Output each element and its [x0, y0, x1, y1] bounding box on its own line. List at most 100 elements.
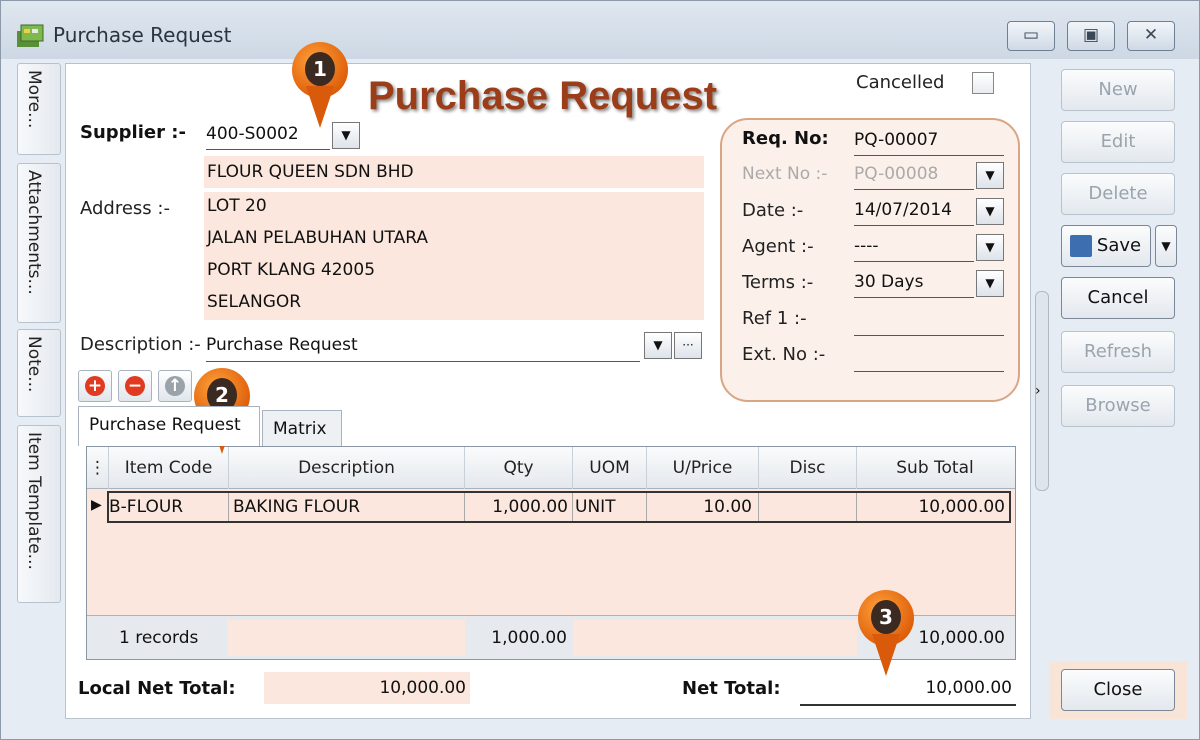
terms-field[interactable]: 30 Days — [854, 268, 974, 298]
address-field[interactable]: LOT 20 JALAN PELABUHAN UTARA PORT KLANG … — [204, 192, 704, 320]
date-field[interactable]: 14/07/2014 — [854, 196, 974, 226]
purchase-request-window: Purchase Request ▭ ▣ ✕ More... Attachmen… — [0, 0, 1200, 740]
add-row-button[interactable]: + — [78, 370, 112, 402]
side-tab-label: Note... — [24, 336, 44, 393]
req-no-label: Req. No: — [742, 128, 829, 149]
row-indicator-icon: ▶ — [91, 497, 102, 513]
arrow-up-icon: ↑ — [165, 376, 185, 396]
expand-arrow-icon[interactable]: › — [1035, 383, 1041, 399]
next-no-dropdown-button[interactable]: ▼ — [976, 162, 1004, 189]
cell-disc[interactable] — [759, 493, 857, 521]
delete-button[interactable]: Delete — [1061, 173, 1175, 215]
agent-field[interactable]: ---- — [854, 232, 974, 262]
description-dropdown-button[interactable]: ▼ — [644, 332, 672, 359]
net-total-value: 10,000.00 — [800, 672, 1016, 706]
side-tab-more[interactable]: More... — [17, 63, 61, 155]
save-label: Save — [1096, 235, 1142, 256]
address-label: Address :- — [80, 198, 170, 219]
app-icon — [17, 24, 44, 47]
chevron-down-icon: ▼ — [985, 240, 995, 254]
terms-dropdown-button[interactable]: ▼ — [976, 270, 1004, 297]
terms-label: Terms :- — [742, 272, 814, 293]
side-tab-note[interactable]: Note... — [17, 329, 61, 417]
column-header[interactable]: UOM — [573, 447, 647, 489]
req-no-field[interactable]: PQ-00007 — [854, 126, 1004, 156]
net-total-label: Net Total: — [682, 678, 781, 699]
column-header[interactable]: Qty — [465, 447, 573, 489]
browse-button[interactable]: Browse — [1061, 385, 1175, 427]
agent-dropdown-button[interactable]: ▼ — [976, 234, 1004, 261]
callout-marker-3: 3 — [854, 590, 918, 676]
chevron-down-icon: ▼ — [1161, 239, 1171, 253]
refresh-button[interactable]: Refresh — [1061, 331, 1175, 373]
description-field[interactable]: Purchase Request — [206, 330, 640, 362]
side-tab-attachments[interactable]: Attachments... — [17, 163, 61, 323]
chevron-down-icon: ▼ — [985, 204, 995, 218]
move-up-button[interactable]: ↑ — [158, 370, 192, 402]
cancelled-checkbox[interactable] — [972, 72, 994, 94]
next-no-label: Next No :- — [742, 164, 828, 184]
action-panel: New Edit Delete Save ▼ Cancel Refresh Br… — [1049, 63, 1187, 723]
save-dropdown-button[interactable]: ▼ — [1155, 225, 1177, 267]
plus-icon: + — [85, 376, 105, 396]
supplier-name-field[interactable]: FLOUR QUEEN SDN BHD — [204, 156, 704, 188]
supplier-label: Supplier :- — [80, 122, 186, 143]
tab-matrix[interactable]: Matrix — [262, 410, 342, 446]
table-row[interactable]: B-FLOUR BAKING FLOUR 1,000.00 UNIT 10.00… — [107, 491, 1011, 523]
address-line: SELANGOR — [207, 292, 302, 312]
save-button[interactable]: Save — [1061, 225, 1151, 267]
date-dropdown-button[interactable]: ▼ — [976, 198, 1004, 225]
next-no-field: PQ-00008 — [854, 160, 974, 190]
footer-spacer — [227, 620, 465, 656]
maximize-icon: ▣ — [1082, 25, 1100, 45]
description-more-button[interactable]: ··· — [674, 332, 702, 359]
ellipsis-icon: ··· — [682, 338, 694, 352]
address-line: JALAN PELABUHAN UTARA — [207, 228, 428, 248]
close-icon: ✕ — [1143, 25, 1159, 45]
chevron-down-icon: ▼ — [985, 276, 995, 290]
footer-qty-total: 1,000.00 — [491, 628, 567, 648]
tab-strip: Purchase Request Matrix — [78, 406, 1018, 446]
cell-uprice[interactable]: 10.00 — [647, 493, 759, 521]
maximize-button[interactable]: ▣ — [1067, 21, 1115, 51]
date-label: Date :- — [742, 200, 804, 221]
local-net-total-value: 10,000.00 — [264, 672, 470, 704]
title-bar: Purchase Request ▭ ▣ ✕ — [1, 1, 1199, 59]
grid-options-icon[interactable]: ⋮ — [87, 447, 109, 489]
remove-row-button[interactable]: − — [118, 370, 152, 402]
chevron-down-icon: ▼ — [985, 168, 995, 182]
cell-uom[interactable]: UNIT — [573, 493, 647, 521]
new-button[interactable]: New — [1061, 69, 1175, 111]
address-line: PORT KLANG 42005 — [207, 260, 376, 280]
side-tab-label: Item Template... — [24, 432, 44, 570]
local-net-total-label: Local Net Total: — [78, 678, 236, 699]
close-button-highlight: Close — [1049, 661, 1187, 719]
cell-qty[interactable]: 1,000.00 — [465, 493, 573, 521]
column-header[interactable]: Description — [229, 447, 465, 489]
side-tabs: More... Attachments... Note... Item Temp… — [17, 63, 61, 723]
minimize-icon: ▭ — [1022, 25, 1040, 45]
column-header[interactable]: U/Price — [647, 447, 759, 489]
ext-no-field[interactable] — [854, 342, 1004, 372]
cell-subtotal[interactable]: 10,000.00 — [857, 493, 1009, 521]
callout-number: 3 — [871, 600, 901, 634]
column-header[interactable]: Disc — [759, 447, 857, 489]
cancel-button[interactable]: Cancel — [1061, 277, 1175, 319]
column-header[interactable]: Sub Total — [857, 447, 1013, 489]
close-window-button[interactable]: ✕ — [1127, 21, 1175, 51]
edit-button[interactable]: Edit — [1061, 121, 1175, 163]
agent-label: Agent :- — [742, 236, 814, 257]
close-button[interactable]: Close — [1061, 669, 1175, 711]
description-label: Description :- — [80, 334, 201, 355]
window-title: Purchase Request — [53, 23, 232, 47]
minimize-button[interactable]: ▭ — [1007, 21, 1055, 51]
side-tab-item-template[interactable]: Item Template... — [17, 425, 61, 603]
records-count: 1 records — [119, 628, 199, 648]
tab-purchase-request[interactable]: Purchase Request — [78, 406, 260, 446]
chevron-down-icon: ▼ — [653, 338, 663, 352]
cell-item-code[interactable]: B-FLOUR — [109, 493, 229, 521]
cell-description[interactable]: BAKING FLOUR — [229, 493, 465, 521]
ref1-field[interactable] — [854, 306, 1004, 336]
minus-icon: − — [125, 376, 145, 396]
footer-spacer — [573, 620, 857, 656]
